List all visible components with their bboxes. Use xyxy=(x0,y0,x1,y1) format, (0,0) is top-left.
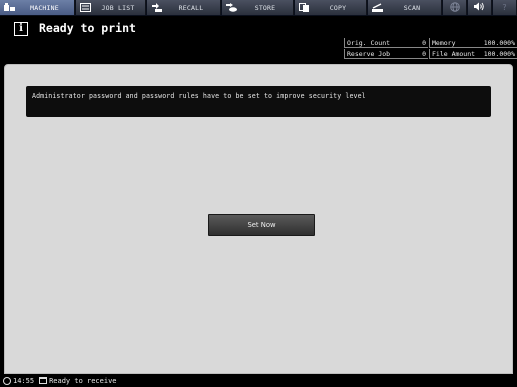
info-icon: i xyxy=(14,22,28,36)
machine-icon xyxy=(4,3,15,12)
reserve-job-value: 0 xyxy=(422,50,426,58)
tab-machine-label: MACHINE xyxy=(30,3,59,12)
tab-scan-label: SCAN xyxy=(403,3,421,12)
file-amount-value: 100.000% xyxy=(483,50,515,58)
orig-count-value: 0 xyxy=(422,39,426,47)
copy-icon xyxy=(299,3,310,12)
main-panel: Administrator password and password rule… xyxy=(4,64,513,374)
orig-count-label: Orig. Count xyxy=(347,39,391,47)
tab-job-list[interactable]: JOB LIST xyxy=(76,0,146,15)
security-message: Administrator password and password rule… xyxy=(32,92,366,100)
globe-icon xyxy=(449,1,460,14)
tab-store-label: STORE xyxy=(254,3,276,12)
store-icon xyxy=(226,3,237,12)
footer-time: 14:55 xyxy=(13,376,35,385)
tab-recall[interactable]: RECALL xyxy=(147,0,221,15)
header: i Ready to print Orig. Count 0 Memory 10… xyxy=(0,16,517,62)
tab-copy[interactable]: COPY xyxy=(295,0,367,15)
scan-icon xyxy=(372,3,383,12)
tab-store[interactable]: STORE xyxy=(222,0,294,15)
job-list-icon xyxy=(80,3,91,12)
reserve-job: Reserve Job 0 xyxy=(344,49,428,59)
tab-language[interactable] xyxy=(443,0,467,15)
orig-count: Orig. Count 0 xyxy=(344,38,428,48)
top-tab-bar: MACHINE JOB LIST RECALL STORE COPY SCAN xyxy=(0,0,517,16)
file-amount-label: File Amount xyxy=(432,50,476,58)
footer-status-bar: 14:55 Ready to receive xyxy=(0,374,517,387)
footer-status: Ready to receive xyxy=(49,376,117,385)
file-amount: File Amount 100.000% xyxy=(429,49,517,59)
status-panel: Orig. Count 0 Memory 100.000% Reserve Jo… xyxy=(344,38,517,60)
security-message-box: Administrator password and password rule… xyxy=(26,86,491,117)
memory: Memory 100.000% xyxy=(429,38,517,48)
receive-icon xyxy=(39,377,48,384)
help-icon: ? xyxy=(501,3,508,12)
memory-label: Memory xyxy=(432,39,456,47)
recall-icon xyxy=(151,3,162,12)
page-title: Ready to print xyxy=(39,21,136,35)
tab-copy-label: COPY xyxy=(329,3,347,12)
set-now-button[interactable]: Set Now xyxy=(208,214,315,236)
memory-value: 100.000% xyxy=(483,39,515,47)
reserve-job-label: Reserve Job xyxy=(347,50,391,58)
tab-volume[interactable] xyxy=(468,0,492,15)
volume-icon xyxy=(474,2,485,13)
tab-job-list-label: JOB LIST xyxy=(101,3,135,12)
tab-machine[interactable]: MACHINE xyxy=(0,0,75,15)
tab-scan[interactable]: SCAN xyxy=(368,0,442,15)
tab-help[interactable]: ? xyxy=(493,0,517,15)
tab-recall-label: RECALL xyxy=(178,3,204,12)
clock-icon xyxy=(3,376,11,385)
